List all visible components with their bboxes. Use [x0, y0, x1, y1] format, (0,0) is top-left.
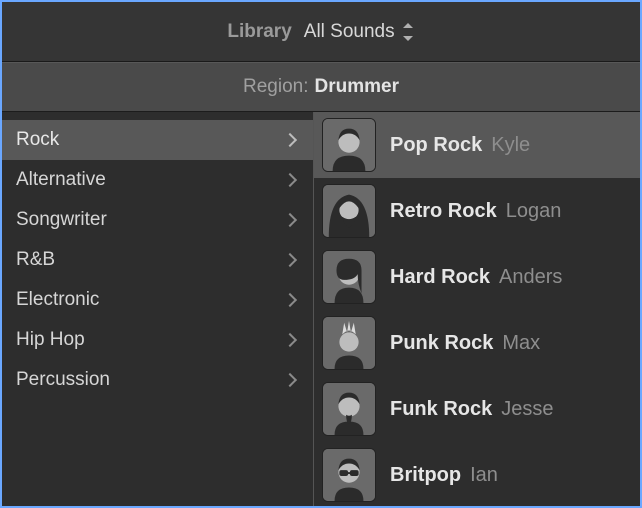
- chevron-right-icon: [283, 213, 297, 227]
- drummer-style: Funk Rock: [390, 398, 492, 420]
- up-down-chevron-icon: [401, 23, 415, 41]
- category-item-hiphop[interactable]: Hip Hop: [2, 320, 313, 360]
- avatar: [322, 184, 376, 238]
- category-label: R&B: [16, 249, 55, 271]
- library-header: Library All Sounds: [2, 2, 640, 62]
- sounds-filter-label: All Sounds: [304, 21, 395, 43]
- drummer-style: Punk Rock: [390, 332, 493, 354]
- drummer-item-punk-rock[interactable]: Punk Rock Max: [314, 310, 640, 376]
- chevron-right-icon: [283, 333, 297, 347]
- drummer-name: Logan: [506, 200, 562, 222]
- category-item-rock[interactable]: Rock: [2, 120, 313, 160]
- category-item-electronic[interactable]: Electronic: [2, 280, 313, 320]
- category-label: Percussion: [16, 369, 110, 391]
- category-item-rnb[interactable]: R&B: [2, 240, 313, 280]
- avatar: [322, 250, 376, 304]
- drummer-item-funk-rock[interactable]: Funk Rock Jesse: [314, 376, 640, 442]
- drummer-name: Ian: [470, 464, 498, 486]
- category-item-songwriter[interactable]: Songwriter: [2, 200, 313, 240]
- drummer-item-retro-rock[interactable]: Retro Rock Logan: [314, 178, 640, 244]
- avatar: [322, 382, 376, 436]
- chevron-right-icon: [283, 173, 297, 187]
- category-label: Rock: [16, 129, 59, 151]
- drummer-item-hard-rock[interactable]: Hard Rock Anders: [314, 244, 640, 310]
- avatar: [322, 118, 376, 172]
- chevron-right-icon: [283, 253, 297, 267]
- category-item-percussion[interactable]: Percussion: [2, 360, 313, 400]
- drummer-name: Max: [502, 332, 540, 354]
- drummer-style: Hard Rock: [390, 266, 490, 288]
- category-label: Electronic: [16, 289, 99, 311]
- drummer-style: Pop Rock: [390, 134, 482, 156]
- region-bar: Region: Drummer: [2, 62, 640, 112]
- library-label: Library: [227, 21, 291, 43]
- category-label: Hip Hop: [16, 329, 85, 351]
- chevron-right-icon: [283, 133, 297, 147]
- region-value: Drummer: [315, 76, 399, 98]
- drummer-style: Retro Rock: [390, 200, 497, 222]
- category-column: Rock Alternative Songwriter R&B Electron…: [2, 112, 314, 506]
- avatar: [322, 448, 376, 502]
- drummer-item-pop-rock[interactable]: Pop Rock Kyle: [314, 112, 640, 178]
- drummer-style: Britpop: [390, 464, 461, 486]
- drummer-column: Pop Rock Kyle Retro Rock Logan Hard Rock…: [314, 112, 640, 506]
- avatar: [322, 316, 376, 370]
- chevron-right-icon: [283, 293, 297, 307]
- category-item-alternative[interactable]: Alternative: [2, 160, 313, 200]
- sounds-filter-dropdown[interactable]: All Sounds: [304, 21, 415, 43]
- region-label: Region:: [243, 76, 309, 98]
- drummer-item-britpop[interactable]: Britpop Ian: [314, 442, 640, 506]
- drummer-name: Jesse: [501, 398, 553, 420]
- chevron-right-icon: [283, 373, 297, 387]
- drummer-name: Kyle: [491, 134, 530, 156]
- category-label: Alternative: [16, 169, 106, 191]
- category-label: Songwriter: [16, 209, 107, 231]
- drummer-name: Anders: [499, 266, 562, 288]
